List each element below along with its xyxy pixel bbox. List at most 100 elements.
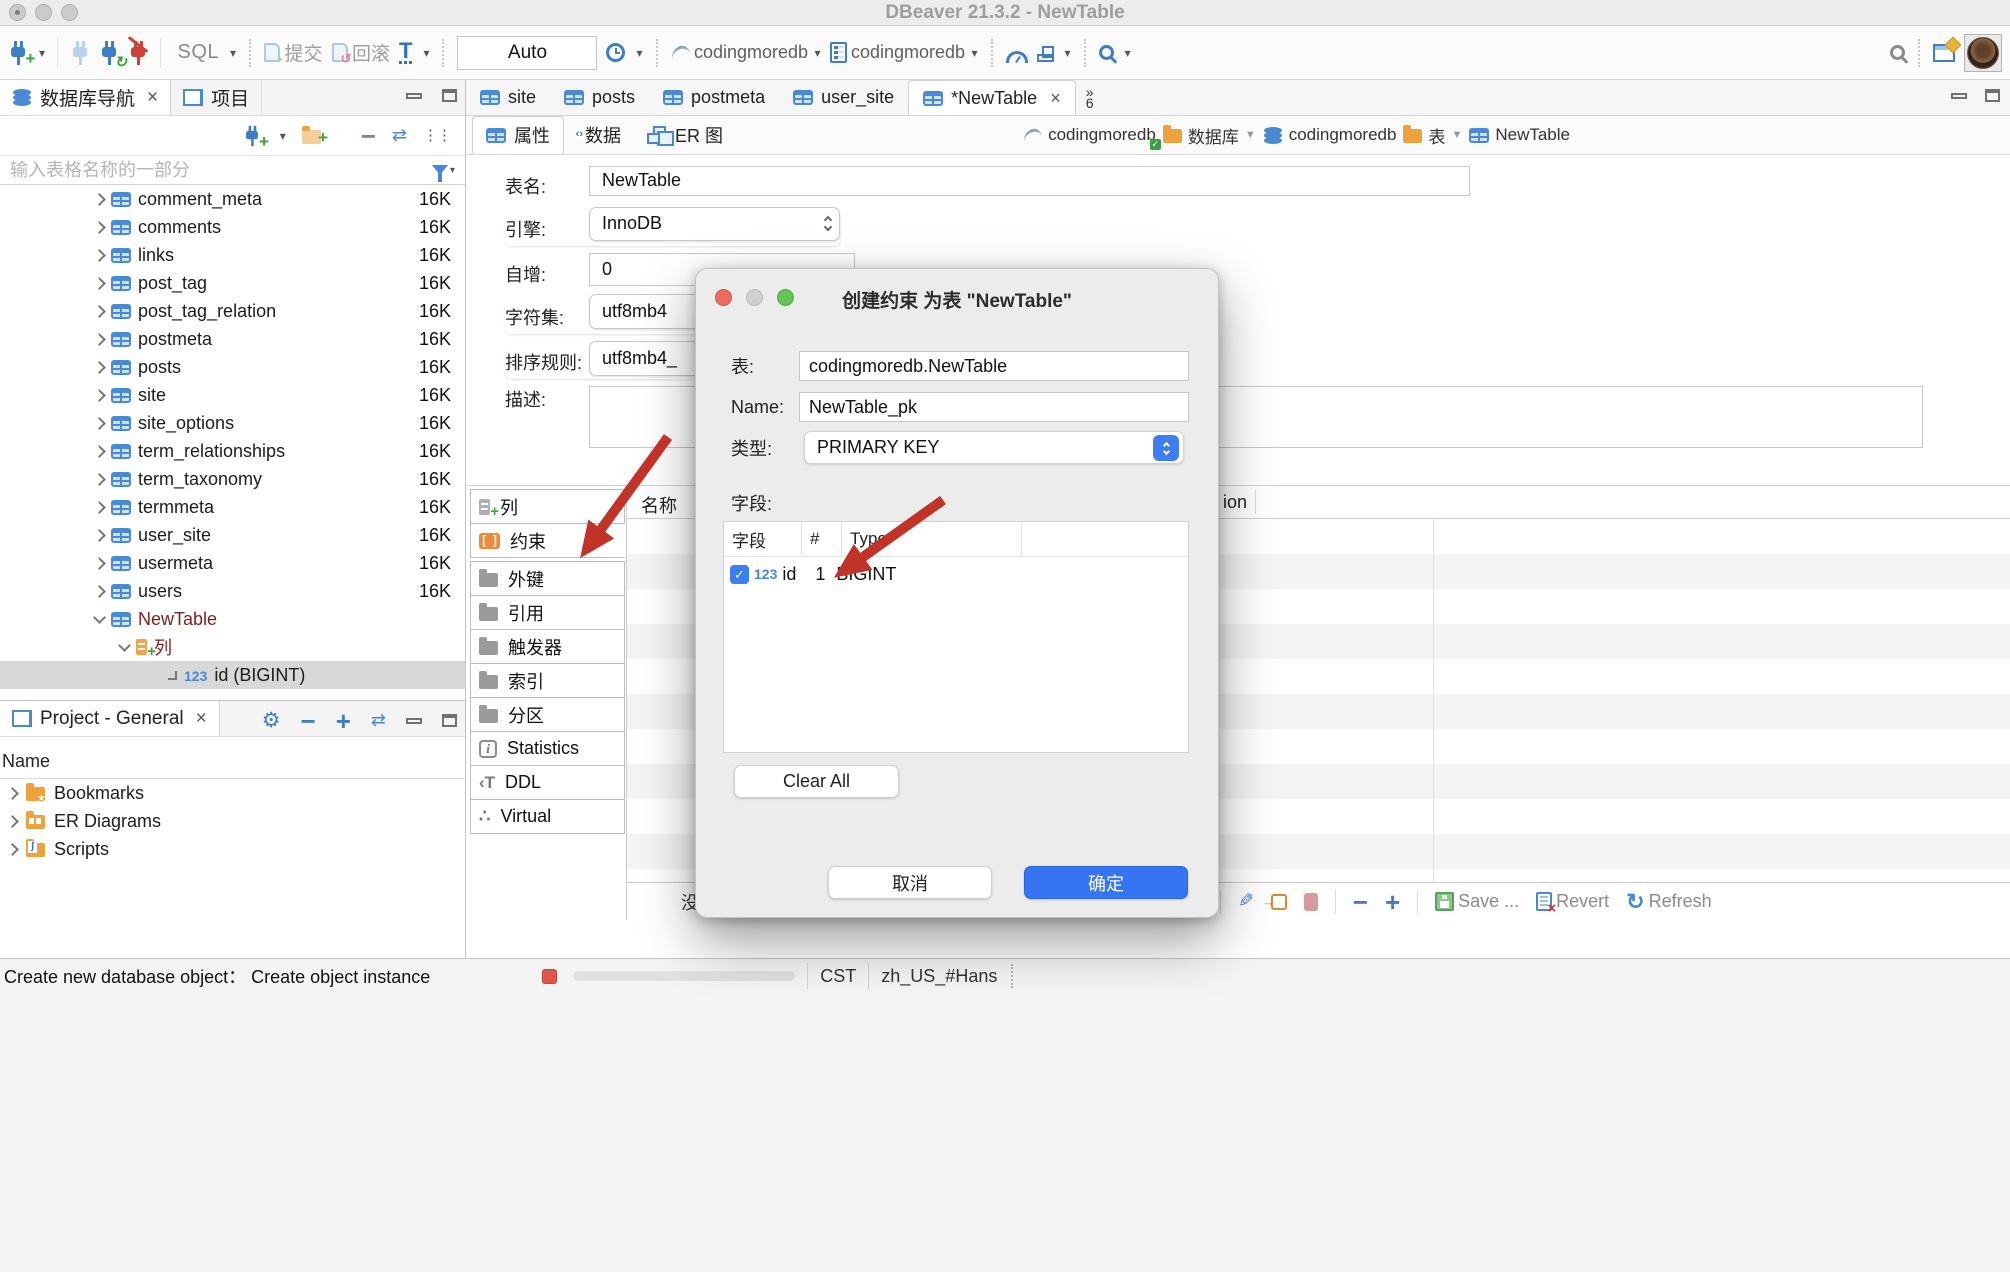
tab-database-navigator[interactable]: 数据库导航 × (0, 80, 171, 115)
tree-row[interactable]: NewTable (0, 605, 465, 633)
form-field[interactable]: InnoDB (589, 207, 840, 241)
chevron-icon[interactable] (93, 473, 106, 486)
collapse-all-icon[interactable] (301, 711, 316, 731)
close-icon[interactable]: × (147, 87, 158, 109)
tree-row[interactable]: term_relationships 16K (0, 437, 465, 465)
chevron-icon[interactable] (93, 585, 106, 598)
breadcrumb-tables[interactable]: 表▼ (1403, 123, 1462, 148)
chevron-icon[interactable] (93, 333, 106, 346)
chevron-icon[interactable] (6, 787, 19, 800)
col-header-type[interactable]: Type (842, 522, 1022, 556)
maximize-panel-icon[interactable] (442, 89, 457, 102)
filter-funnel-icon[interactable] (432, 165, 448, 175)
table-filter-input[interactable] (10, 160, 432, 181)
chevron-icon[interactable] (93, 529, 106, 542)
chevron-icon[interactable] (93, 193, 106, 206)
refresh-button[interactable]: Refresh (1626, 891, 1711, 912)
chevron-icon[interactable] (6, 843, 19, 856)
quick-access-search-icon[interactable] (1890, 45, 1905, 60)
tree-row[interactable]: postmeta 16K (0, 325, 465, 353)
transaction-log-dropdown[interactable]: ▾ (636, 46, 642, 60)
rollback-button[interactable]: 回滚 (332, 39, 390, 66)
active-database-combo[interactable]: codingmoredb ▾ (830, 42, 978, 63)
reconnect-button[interactable]: ↻ (99, 41, 119, 65)
chevron-icon[interactable] (93, 249, 106, 262)
category-item[interactable]: Virtual (470, 799, 625, 834)
tree-row[interactable]: user_site 16K (0, 521, 465, 549)
open-perspective-icon[interactable] (1933, 44, 1955, 62)
chevron-icon[interactable] (93, 361, 106, 374)
commit-button[interactable]: 提交 (264, 39, 322, 66)
category-item[interactable]: 约束 (470, 523, 625, 558)
new-connection-dropdown[interactable]: ▾ (39, 46, 45, 60)
tree-row[interactable]: site 16K (0, 381, 465, 409)
chevron-icon[interactable] (93, 305, 106, 318)
add-row-icon[interactable] (1271, 894, 1287, 910)
tree-row[interactable]: users 16K (0, 577, 465, 605)
tree-row[interactable]: post_tag_relation 16K (0, 297, 465, 325)
chevron-icon[interactable] (93, 445, 106, 458)
transaction-mode-dropdown[interactable]: ▾ (423, 46, 429, 60)
tree-row[interactable]: comment_meta 16K (0, 185, 465, 213)
category-item[interactable]: 外键 (470, 561, 625, 596)
transaction-mode-icon[interactable]: T (399, 41, 412, 64)
breadcrumb-database[interactable]: codingmoredb (1263, 125, 1397, 145)
minimize-panel-icon[interactable] (406, 718, 422, 724)
tree-row[interactable]: links 16K (0, 241, 465, 269)
dbeaver-perspective-button[interactable] (1964, 34, 2002, 72)
breadcrumb-connection[interactable]: codingmoredb (1023, 125, 1156, 145)
connect-button[interactable] (70, 41, 90, 65)
chevron-icon[interactable] (93, 557, 106, 570)
view-menu-icon[interactable]: ⋮⋮ (423, 132, 451, 139)
form-field[interactable]: NewTable (589, 166, 1470, 196)
name-column-header[interactable]: Name (0, 745, 465, 779)
disconnect-button[interactable] (128, 41, 148, 65)
editor-tab[interactable]: posts × (550, 80, 649, 115)
col-header-position[interactable]: # (802, 522, 842, 556)
category-item[interactable]: DDL (470, 765, 625, 800)
new-connection-small-button[interactable]: + (242, 124, 262, 148)
gear-icon[interactable] (262, 710, 281, 731)
tree-row[interactable]: post_tag 16K (0, 269, 465, 297)
category-item[interactable]: 引用 (470, 595, 625, 630)
editor-tab[interactable]: site × (466, 80, 550, 115)
task-archive-icon[interactable] (1037, 54, 1054, 62)
tree-row[interactable]: 123 id (BIGINT) (0, 661, 465, 689)
select-updown-icon[interactable] (825, 217, 831, 230)
new-connection-button[interactable]: + (8, 41, 28, 65)
maximize-panel-icon[interactable] (442, 714, 457, 727)
chevron-icon[interactable] (168, 671, 177, 680)
tree-row[interactable]: comments 16K (0, 213, 465, 241)
tab-data[interactable]: ‹› 数据 (564, 116, 634, 154)
stop-task-button[interactable] (542, 969, 557, 984)
breadcrumb-databases[interactable]: 数据库▼ (1163, 123, 1256, 148)
chevron-icon[interactable] (93, 417, 106, 430)
chevron-down-icon[interactable]: ▼ (1451, 129, 1462, 141)
tree-row[interactable]: 列 (0, 633, 465, 661)
dialog-name-field[interactable]: NewTable_pk (799, 392, 1189, 422)
tree-row[interactable]: posts 16K (0, 353, 465, 381)
tab-projects[interactable]: 项目 (171, 80, 262, 115)
tab-properties[interactable]: 属性 (472, 116, 564, 154)
editor-tab[interactable]: postmeta × (649, 80, 779, 115)
sql-editor-button[interactable]: SQL (173, 41, 219, 64)
tab-project-general[interactable]: Project - General × (0, 701, 220, 736)
select-updown-icon[interactable] (1153, 435, 1179, 461)
active-connection-combo[interactable]: codingmoredb ▾ (671, 42, 821, 63)
checkbox-checked-icon[interactable] (730, 565, 749, 584)
ok-button[interactable]: 确定 (1024, 866, 1188, 899)
category-item[interactable]: 索引 (470, 663, 625, 698)
breadcrumb-table[interactable]: NewTable (1469, 125, 1570, 145)
tree-row[interactable]: term_taxonomy 16K (0, 465, 465, 493)
new-folder-button[interactable]: + (302, 128, 321, 144)
save-button[interactable]: Save ... (1435, 891, 1519, 912)
filter-dropdown[interactable]: ▾ (450, 165, 455, 176)
revert-button[interactable]: Revert (1536, 891, 1609, 912)
project-row[interactable]: ER Diagrams (0, 807, 465, 835)
tree-row[interactable]: termmeta 16K (0, 493, 465, 521)
category-item[interactable]: 分区 (470, 697, 625, 732)
tree-row[interactable]: site_options 16K (0, 409, 465, 437)
collapse-all-icon[interactable] (361, 126, 376, 146)
commit-mode-combo[interactable]: Auto (457, 36, 597, 70)
chevron-icon[interactable] (6, 815, 19, 828)
